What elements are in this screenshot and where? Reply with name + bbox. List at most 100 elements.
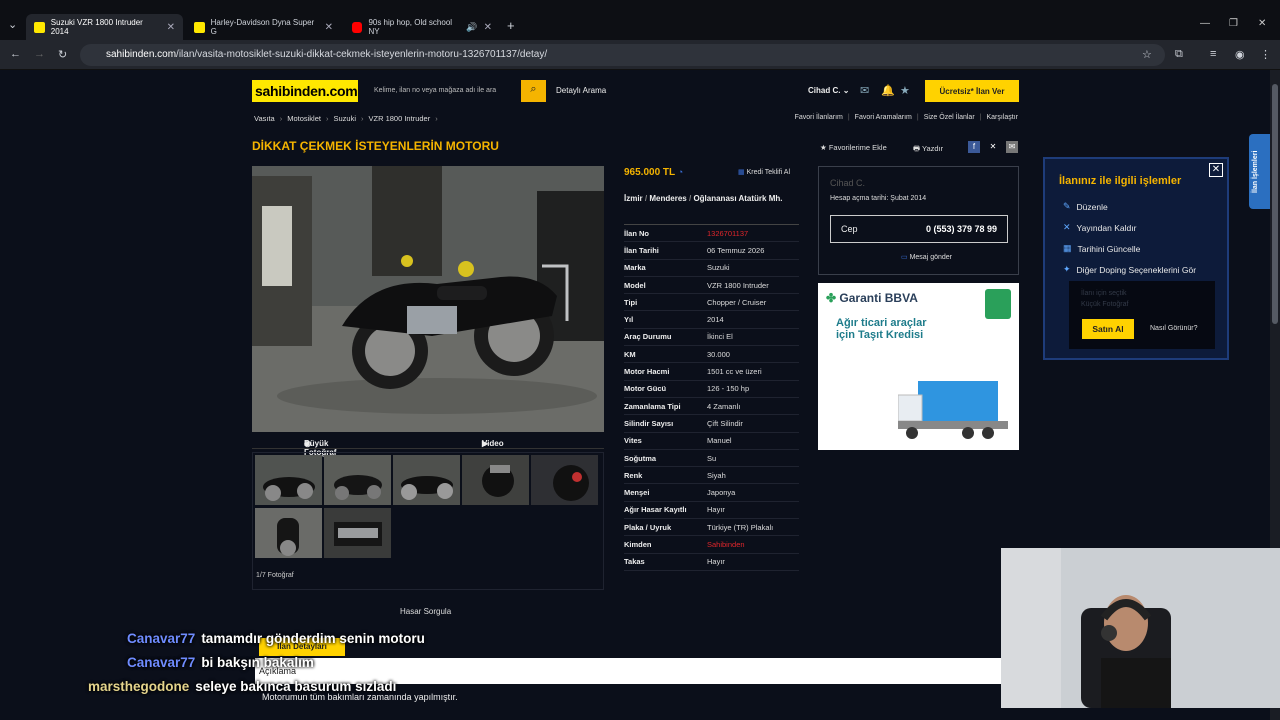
post-listing-button[interactable]: Ücretsiz* İlan Ver <box>925 80 1019 102</box>
thumbnail[interactable] <box>462 455 529 505</box>
print-link[interactable]: 🖶 Yazdır <box>913 143 943 156</box>
detail-value: 1501 cc ve üzeri <box>707 367 762 377</box>
bookmark-star-icon[interactable]: ☆ <box>1142 48 1152 61</box>
detail-value: Hayır <box>707 505 725 515</box>
detail-value: 06 Temmuz 2026 <box>707 245 765 255</box>
buy-button[interactable]: Satın Al <box>1082 319 1134 339</box>
thumbnail[interactable] <box>255 455 322 505</box>
detail-row: Zamanlama Tipi 4 Zamanlı <box>624 398 799 416</box>
detail-label: Kimden <box>624 539 652 549</box>
price-history-icon[interactable]: ◔ <box>678 167 683 177</box>
detail-label: KM <box>624 349 636 359</box>
doping-options-action[interactable]: ✦ Diğer Doping Seçeneklerini Gör <box>1063 264 1196 275</box>
close-window-icon[interactable]: ✕ <box>1258 18 1266 29</box>
forward-icon[interactable]: → <box>34 48 45 60</box>
x-twitter-icon[interactable]: ✕ <box>987 141 999 153</box>
facebook-icon[interactable]: f <box>968 141 980 153</box>
breadcrumb-item[interactable]: Vasıta <box>254 114 275 123</box>
detail-value: Çift Silindir <box>707 418 743 428</box>
user-menu[interactable]: Cihad C. ⌄ <box>808 86 849 95</box>
breadcrumb-item[interactable]: VZR 1800 Intruder <box>369 114 431 123</box>
chat-username: Canavar77 <box>127 631 196 646</box>
close-tab-icon[interactable]: ✕ <box>484 22 492 33</box>
tab-list-icon[interactable]: ⌄ <box>8 18 17 31</box>
close-tab-icon[interactable]: ✕ <box>167 22 175 33</box>
location-district[interactable]: Menderes <box>649 194 686 203</box>
favorite-searches-link[interactable]: Favori Aramalarım <box>855 114 912 121</box>
thumbnail[interactable] <box>531 455 598 505</box>
seller-name[interactable]: Cihad C. <box>830 178 865 188</box>
minimize-icon[interactable]: — <box>1200 18 1210 29</box>
unpublish-action[interactable]: ✕ Yayından Kaldır <box>1063 222 1136 233</box>
calculator-icon: ▦ <box>738 169 745 176</box>
maximize-icon[interactable]: ❐ <box>1229 18 1238 29</box>
damage-query-link[interactable]: Hasar Sorgula <box>400 607 451 616</box>
browser-tab-1[interactable]: Suzuki VZR 1800 Intruder 2014 ✕ <box>26 14 183 40</box>
detail-label: Renk <box>624 470 643 480</box>
personal-listings-link[interactable]: Size Özel İlanlar <box>924 114 975 121</box>
promo-box: İlanı için seçtik Küçük Fotoğraf Satın Al… <box>1069 281 1215 349</box>
thumbnail[interactable] <box>324 455 391 505</box>
thumbnail[interactable] <box>255 508 322 558</box>
location-neighborhood[interactable]: Oğlananası Atatürk Mh. <box>693 194 782 203</box>
detailed-search-link[interactable]: Detaylı Arama <box>556 86 606 95</box>
thumbnail[interactable] <box>393 455 460 505</box>
ad-subheadline: için Taşıt Kredisi <box>836 329 924 341</box>
browser-tab-3[interactable]: 90s hip hop, Old school NY 🔊 ✕ <box>344 14 500 40</box>
back-icon[interactable]: ← <box>10 48 21 60</box>
favorite-listings-link[interactable]: Favori İlanlarım <box>795 114 843 121</box>
location-city[interactable]: İzmir <box>624 194 643 203</box>
detail-row: Silindir Sayısı Çift Silindir <box>624 415 799 433</box>
media-control-icon[interactable]: ≡ <box>1210 48 1216 60</box>
reload-icon[interactable]: ↻ <box>58 48 67 61</box>
ad-headline: Ağır ticari araçlar <box>836 317 927 329</box>
detail-row: Takas Hayır <box>624 554 799 571</box>
detail-label: İlan No <box>624 228 650 238</box>
search-input[interactable]: Kelime, ilan no veya mağaza adı ile ara <box>366 80 546 102</box>
detail-value: 30.000 <box>707 349 730 359</box>
chevron-down-icon: ⌄ <box>842 86 850 95</box>
detail-value[interactable]: Sahibinden <box>707 540 745 549</box>
clover-logo-icon: ✤ <box>826 291 837 305</box>
new-tab-icon[interactable]: + <box>507 18 515 33</box>
advertisement[interactable]: ✤ Garanti BBVA Ağır ticari araçlar için … <box>818 283 1019 450</box>
browser-tab-2[interactable]: Harley-Davidson Dyna Super G ✕ <box>186 14 341 40</box>
thumbnail-grid <box>252 452 604 590</box>
email-share-icon[interactable]: ✉ <box>1006 141 1018 153</box>
scrollbar-thumb[interactable] <box>1272 84 1278 324</box>
favorites-star-icon[interactable]: ★ <box>900 84 910 97</box>
edit-action[interactable]: ✎ Düzenle <box>1063 201 1108 212</box>
url-input[interactable]: sahibinden.com/ilan/vasita-motosiklet-su… <box>80 44 1165 66</box>
detail-value: Türkiye (TR) Plakalı <box>707 522 774 532</box>
breadcrumb-item[interactable]: Suzuki <box>333 114 356 123</box>
webcam-overlay <box>1001 548 1280 708</box>
detail-value[interactable]: 1326701137 <box>707 229 748 238</box>
promo-text: İlanı için seçtik Küçük Fotoğraf <box>1081 290 1129 308</box>
detail-label: Ağır Hasar Kayıtlı <box>624 505 687 515</box>
how-it-looks-link[interactable]: Nasıl Görünür? <box>1150 325 1197 332</box>
main-photo[interactable] <box>252 166 604 432</box>
refresh-date-action[interactable]: ▦ Tarihini Güncelle <box>1063 243 1140 254</box>
search-button[interactable]: ⌕ <box>521 80 546 102</box>
profile-icon[interactable]: ◉ <box>1235 48 1245 61</box>
phone-box[interactable]: Cep 0 (553) 379 78 99 <box>830 215 1008 243</box>
messages-icon[interactable]: ✉ <box>860 84 869 97</box>
close-icon[interactable]: ✕ <box>1209 163 1223 177</box>
site-logo[interactable]: sahibinden.com <box>252 80 358 102</box>
detail-label: Yıl <box>624 315 634 325</box>
menu-icon[interactable]: ⋮ <box>1260 48 1271 61</box>
chat-text: seleye bakınca basurum sızladı <box>195 679 397 694</box>
notifications-icon[interactable]: 🔔 <box>881 84 895 97</box>
send-message-link[interactable]: ▭ Mesaj gönder <box>901 253 952 261</box>
loan-offer-link[interactable]: ▦ Kredi Teklifi Al <box>738 168 790 176</box>
add-favorite-link[interactable]: ★ Favorilerime Ekle <box>820 143 887 152</box>
breadcrumb-item[interactable]: Motosiklet <box>287 114 321 123</box>
extensions-icon[interactable]: ⧉ <box>1175 48 1183 61</box>
detail-label: Model <box>624 280 646 290</box>
close-tab-icon[interactable]: ✕ <box>325 22 333 33</box>
thumbnail[interactable] <box>324 508 391 558</box>
speaker-icon[interactable]: 🔊 <box>466 22 477 33</box>
compare-link[interactable]: Karşılaştır <box>986 114 1018 121</box>
listing-actions-side-tab[interactable]: İlan İşlemleri <box>1249 134 1270 209</box>
chat-icon: ▭ <box>901 254 908 261</box>
